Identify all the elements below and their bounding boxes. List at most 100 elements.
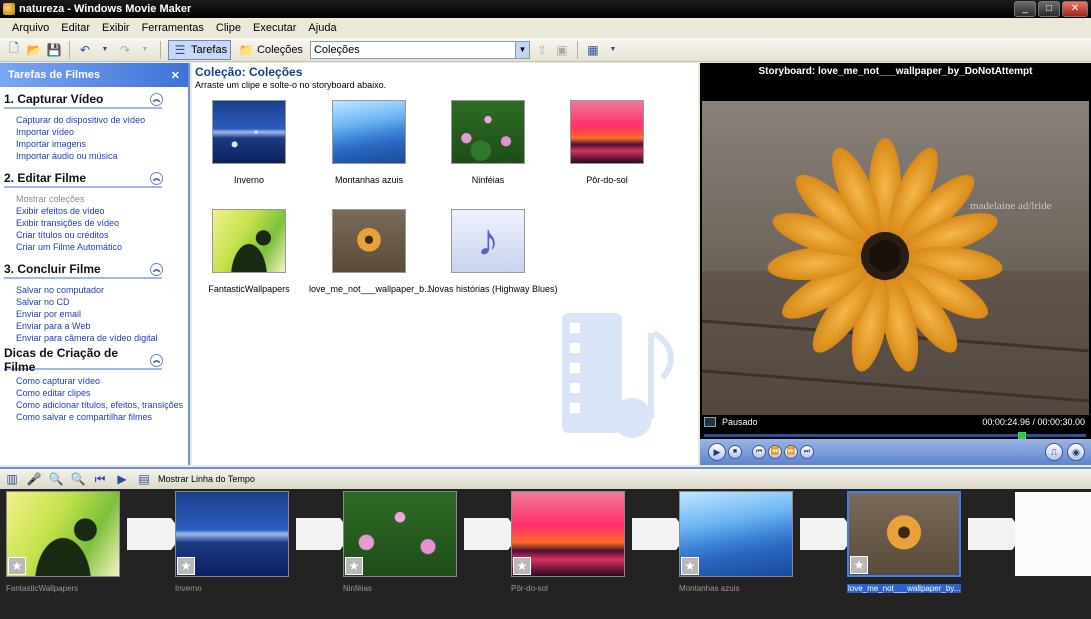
storyboard-clip[interactable]: ★ Inverno xyxy=(175,491,289,593)
storyboard-clip[interactable]: ★ love_me_not___wallpaper_by... xyxy=(847,491,962,596)
menu-clip[interactable]: Clipe xyxy=(210,22,247,34)
task-link[interactable]: Enviar por email xyxy=(16,308,184,320)
menu-edit[interactable]: Editar xyxy=(55,22,96,34)
menu-file[interactable]: Arquivo xyxy=(6,22,55,34)
task-link[interactable]: Enviar para câmera de vídeo digital xyxy=(16,332,184,344)
storyboard-clip[interactable]: ★ FantasticWallpapers xyxy=(6,491,120,593)
redo-dropdown-icon[interactable]: ▼ xyxy=(137,42,153,58)
storyboard-clip-label: love_me_not___wallpaper_by... xyxy=(847,584,962,593)
task-link[interactable]: Como capturar vídeo xyxy=(16,375,184,387)
clip-item[interactable]: Montanhas azuis xyxy=(309,100,429,185)
task-link[interactable]: Como editar clipes xyxy=(16,387,184,399)
transition-slot[interactable] xyxy=(464,518,520,550)
collapse-icon[interactable]: ︽ xyxy=(150,92,163,106)
task-link[interactable]: Criar um Filme Automático xyxy=(16,241,184,253)
show-timeline-label[interactable]: Mostrar Linha do Tempo xyxy=(158,474,255,484)
seek-bar[interactable] xyxy=(704,432,1086,439)
menu-tools[interactable]: Ferramentas xyxy=(136,22,210,34)
transition-slot[interactable] xyxy=(800,518,856,550)
clip-item[interactable]: ♪ Novas histórias (Highway Blues) xyxy=(428,209,558,294)
collapse-icon[interactable]: ︽ xyxy=(150,353,163,367)
save-project-icon[interactable]: 💾 xyxy=(46,42,62,58)
task-link[interactable]: Criar títulos ou créditos xyxy=(16,229,184,241)
zoom-out-icon[interactable]: 🔍 xyxy=(70,471,86,487)
effect-star-icon[interactable]: ★ xyxy=(681,557,699,575)
rewind-storyboard-icon[interactable]: ⏮ xyxy=(92,471,108,487)
maximize-button[interactable]: □ xyxy=(1038,1,1060,17)
storyboard-clip[interactable]: ★ Montanhas azuis xyxy=(679,491,793,593)
storyboard-view-icon[interactable]: ▥ xyxy=(4,471,20,487)
task-link[interactable]: Salvar no computador xyxy=(16,284,184,296)
new-collection-icon[interactable]: ▣ xyxy=(554,42,570,58)
effect-star-icon[interactable]: ★ xyxy=(850,556,868,574)
undo-dropdown-icon[interactable]: ▼ xyxy=(97,42,113,58)
menu-help[interactable]: Ajuda xyxy=(302,22,342,34)
task-link[interactable]: Como salvar e compartilhar filmes xyxy=(16,411,184,423)
stop-icon[interactable]: ■ xyxy=(728,445,742,459)
transition-slot[interactable] xyxy=(127,518,183,550)
section-title[interactable]: 2. Editar Filme ︽ xyxy=(4,170,163,188)
rewind-icon[interactable]: ⏪ xyxy=(768,445,782,459)
task-link[interactable]: Importar vídeo xyxy=(16,126,184,138)
clip-item[interactable]: Inverno xyxy=(192,100,309,185)
minimize-button[interactable]: _ xyxy=(1014,1,1036,17)
previous-icon[interactable]: ⏮ xyxy=(752,445,766,459)
storyboard-thumbnail: ★ xyxy=(847,491,961,577)
play-storyboard-icon[interactable]: ▶ xyxy=(114,471,130,487)
close-button[interactable]: ✕ xyxy=(1062,1,1088,17)
menu-view[interactable]: Exibir xyxy=(96,22,136,34)
transition-slot[interactable] xyxy=(632,518,688,550)
undo-icon[interactable]: ↶ xyxy=(77,42,93,58)
narrate-icon[interactable]: 🎤 xyxy=(26,471,42,487)
task-link[interactable]: Salvar no CD xyxy=(16,296,184,308)
task-link[interactable]: Como adicionar títulos, efeitos, transiç… xyxy=(16,399,184,411)
clip-item[interactable]: love_me_not___wallpaper_b... xyxy=(309,209,432,294)
storyboard-clip-label: Inverno xyxy=(175,584,202,593)
up-level-icon[interactable]: ⇧ xyxy=(534,42,550,58)
task-link[interactable]: Importar imagens xyxy=(16,138,184,150)
views-icon[interactable]: ▦ xyxy=(585,42,601,58)
next-icon[interactable]: ⏭ xyxy=(800,445,814,459)
collapse-icon[interactable]: ︽ xyxy=(150,171,163,185)
tasks-button[interactable]: ☰ Tarefas xyxy=(168,39,232,60)
task-link[interactable]: Exibir efeitos de vídeo xyxy=(16,205,184,217)
storyboard-clip[interactable]: ★ Pôr-do-sol xyxy=(511,491,625,593)
clip-item[interactable]: Ninféias xyxy=(428,100,548,185)
effect-star-icon[interactable]: ★ xyxy=(177,557,195,575)
clip-item[interactable]: Pôr-do-sol xyxy=(547,100,667,185)
close-icon[interactable]: ✕ xyxy=(171,69,180,82)
task-link[interactable]: Capturar do dispositivo de vídeo xyxy=(16,114,184,126)
seek-thumb[interactable] xyxy=(1017,432,1026,439)
task-link[interactable]: Importar áudio ou música xyxy=(16,150,184,162)
snapshot-icon[interactable]: ◉ xyxy=(1067,443,1085,461)
split-clip-icon[interactable]: ⎍ xyxy=(1045,443,1063,461)
effect-star-icon[interactable]: ★ xyxy=(8,557,26,575)
effect-star-icon[interactable]: ★ xyxy=(345,557,363,575)
task-link[interactable]: Exibir transições de vídeo xyxy=(16,217,184,229)
effect-star-icon[interactable]: ★ xyxy=(513,557,531,575)
section-title[interactable]: Dicas de Criação de Filme ︽ xyxy=(4,346,163,374)
section-title[interactable]: 3. Concluir Filme ︽ xyxy=(4,261,163,279)
zoom-in-icon[interactable]: 🔍 xyxy=(48,471,64,487)
redo-icon[interactable]: ↷ xyxy=(117,42,133,58)
timeline-icon[interactable]: ▤ xyxy=(136,471,152,487)
chevron-down-icon[interactable]: ▼ xyxy=(514,41,529,58)
collection-select[interactable]: Coleções ▼ xyxy=(309,40,530,59)
collections-button[interactable]: 📁 Coleções xyxy=(235,40,306,60)
task-link[interactable]: Enviar para a Web xyxy=(16,320,184,332)
section-title[interactable]: 1. Capturar Vídeo ︽ xyxy=(4,91,163,109)
open-project-icon[interactable]: 📂 xyxy=(26,42,42,58)
new-project-icon[interactable]: 🗋 xyxy=(6,41,22,58)
transition-slot[interactable] xyxy=(296,518,352,550)
clip-item[interactable]: FantasticWallpapers xyxy=(192,209,309,294)
storyboard-empty-slot[interactable] xyxy=(1015,492,1091,576)
play-icon[interactable]: ▶ xyxy=(708,443,726,461)
toolbar-separator xyxy=(160,40,161,59)
views-dropdown-icon[interactable]: ▼ xyxy=(605,42,621,58)
collapse-icon[interactable]: ︽ xyxy=(150,262,163,276)
transition-slot[interactable] xyxy=(968,518,1024,550)
clip-thumbnail xyxy=(212,100,286,164)
fast-forward-icon[interactable]: ⏩ xyxy=(784,445,798,459)
storyboard-clip[interactable]: ★ Ninféias xyxy=(343,491,457,593)
menu-play[interactable]: Executar xyxy=(247,22,302,34)
